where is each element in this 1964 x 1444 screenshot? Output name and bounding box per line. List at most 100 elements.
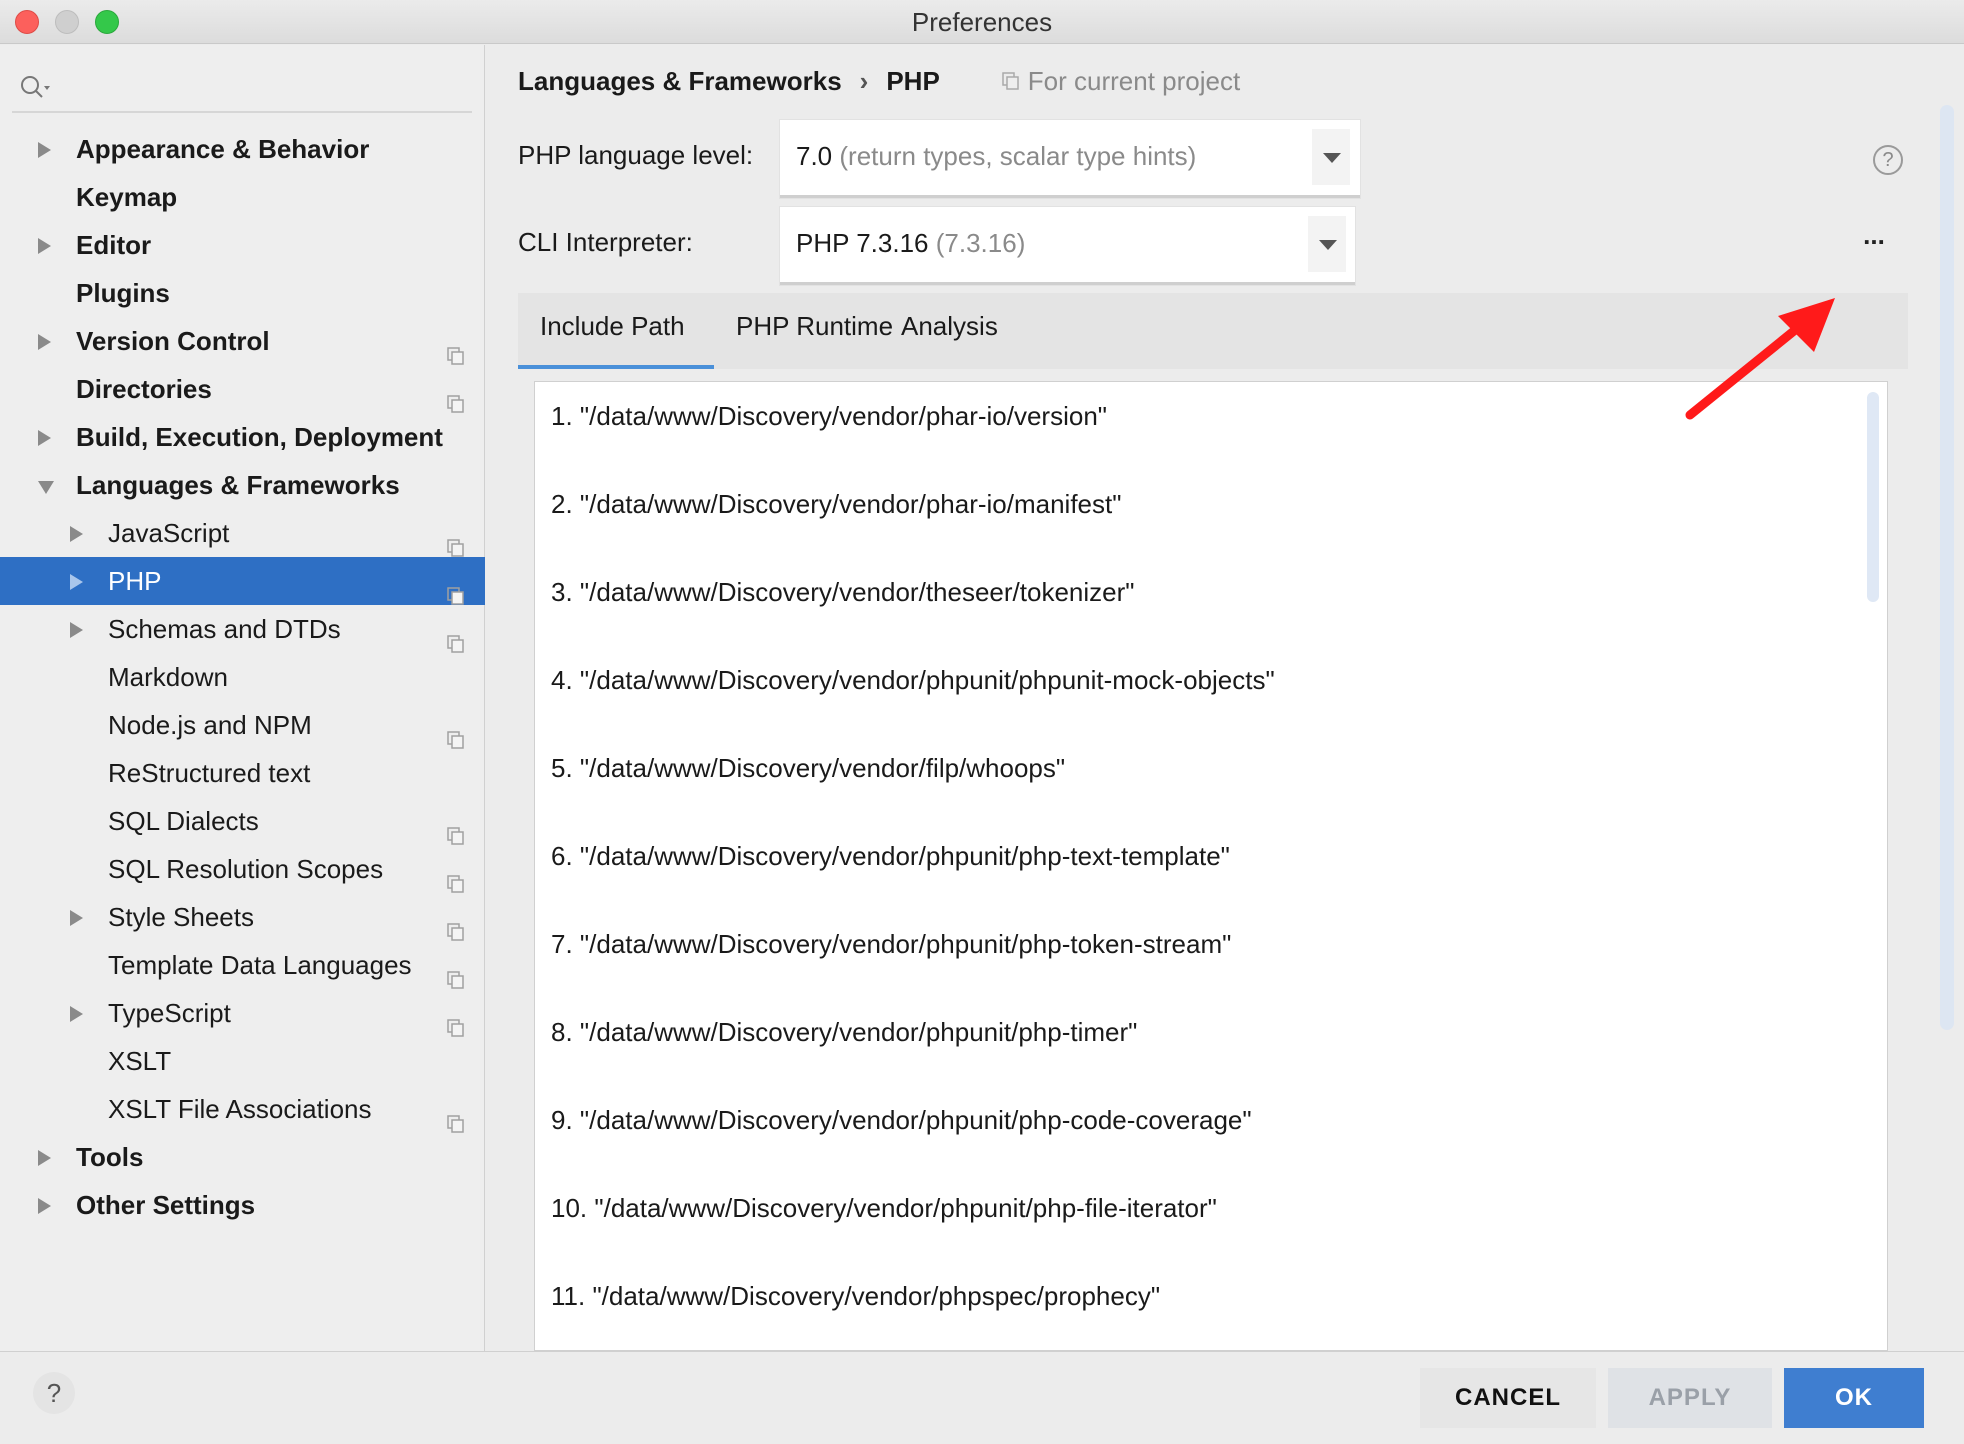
list-item[interactable]: 3. "/data/www/Discovery/vendor/theseer/t… xyxy=(551,572,1135,612)
sidebar-item-other-settings[interactable]: Other Settings xyxy=(0,1181,485,1229)
php-level-number: 7.0 xyxy=(796,141,833,171)
expand-arrow-right-icon[interactable] xyxy=(38,1150,51,1166)
php-language-level-dropdown[interactable] xyxy=(1312,129,1350,185)
sidebar-item-version-control[interactable]: Version Control xyxy=(0,317,485,365)
project-scope-label: For current project xyxy=(1002,66,1240,96)
list-item[interactable]: 9. "/data/www/Discovery/vendor/phpunit/p… xyxy=(551,1100,1252,1140)
tab-include-path[interactable]: Include Path xyxy=(518,293,714,369)
expand-arrow-right-icon[interactable] xyxy=(38,142,51,158)
list-scrollbar[interactable] xyxy=(1867,392,1879,602)
sidebar-item-plugins[interactable]: Plugins xyxy=(0,269,485,317)
tab-php-runtime[interactable]: PHP Runtime xyxy=(736,293,893,369)
project-scope-icon xyxy=(447,1100,465,1133)
expand-arrow-right-icon[interactable] xyxy=(70,574,83,590)
settings-sidebar: Appearance & Behavior Keymap Editor Plugins… xyxy=(0,45,485,1351)
sidebar-item-xslt-file-associations[interactable]: XSLT File Associations xyxy=(0,1085,485,1133)
sidebar-item-php[interactable]: PHP xyxy=(0,557,485,605)
sidebar-item-template-data-languages[interactable]: Template Data Languages xyxy=(0,941,485,989)
sidebar-item-label: Other Settings xyxy=(76,1190,256,1220)
ok-button[interactable]: OK xyxy=(1784,1368,1924,1428)
cli-interpreter-dropdown[interactable] xyxy=(1308,216,1346,272)
cancel-button[interactable]: CANCEL xyxy=(1420,1368,1596,1428)
sidebar-item-sql-dialects[interactable]: SQL Dialects xyxy=(0,797,485,845)
php-settings-panel: Languages & Frameworks › PHP For current pr… xyxy=(486,45,1964,1351)
list-item[interactable]: 11. "/data/www/Discovery/vendor/phpspec/… xyxy=(551,1276,1160,1316)
project-scope-icon xyxy=(447,908,465,941)
php-level-hint: (return types, scalar type hints) xyxy=(839,141,1197,171)
sidebar-item-javascript[interactable]: JavaScript xyxy=(0,509,485,557)
expand-arrow-right-icon[interactable] xyxy=(38,238,51,254)
expand-arrow-right-icon[interactable] xyxy=(70,622,83,638)
sidebar-item-label: Editor xyxy=(76,230,152,260)
list-item[interactable]: 5. "/data/www/Discovery/vendor/filp/whoo… xyxy=(551,748,1065,788)
php-language-level-value: 7.0 (return types, scalar type hints) xyxy=(796,120,1196,192)
list-item[interactable]: 7. "/data/www/Discovery/vendor/phpunit/p… xyxy=(551,924,1231,964)
project-scope-icon xyxy=(447,620,465,653)
project-scope-icon xyxy=(447,332,465,365)
sidebar-item-node-js-and-npm[interactable]: Node.js and NPM xyxy=(0,701,485,749)
sidebar-item-label: Tools xyxy=(76,1142,144,1172)
sidebar-item-editor[interactable]: Editor xyxy=(0,221,485,269)
sidebar-item-label: XSLT File Associations xyxy=(108,1094,372,1124)
cli-interpreter-version: (7.3.16) xyxy=(935,228,1026,258)
project-scope-icon xyxy=(447,380,465,413)
php-language-level-select[interactable]: 7.0 (return types, scalar type hints) xyxy=(780,120,1360,198)
expand-arrow-right-icon[interactable] xyxy=(70,910,83,926)
apply-button[interactable]: APPLY xyxy=(1608,1368,1772,1428)
cli-interpreter-more-button[interactable]: ... xyxy=(1854,220,1894,260)
sidebar-item-tools[interactable]: Tools xyxy=(0,1133,485,1181)
preferences-window: Preferences Appearance & Behavior Keymap E… xyxy=(0,0,1964,1444)
project-scope-icon xyxy=(447,572,465,605)
sidebar-item-label: JavaScript xyxy=(108,518,230,548)
list-item[interactable]: 1. "/data/www/Discovery/vendor/phar-io/v… xyxy=(551,396,1107,436)
breadcrumb-current: PHP xyxy=(886,66,940,96)
panel-scrollbar[interactable] xyxy=(1940,105,1954,1030)
project-scope-text: For current project xyxy=(1027,66,1241,96)
expand-arrow-right-icon[interactable] xyxy=(70,1006,83,1022)
list-item[interactable]: 10. "/data/www/Discovery/vendor/phpunit/… xyxy=(551,1188,1217,1228)
cli-interpreter-select[interactable]: PHP 7.3.16 (7.3.16) xyxy=(780,207,1355,285)
sidebar-item-label: XSLT xyxy=(108,1046,172,1076)
sidebar-item-xslt[interactable]: XSLT xyxy=(0,1037,485,1085)
list-item[interactable]: 2. "/data/www/Discovery/vendor/phar-io/m… xyxy=(551,484,1121,524)
list-item[interactable]: 4. "/data/www/Discovery/vendor/phpunit/p… xyxy=(551,660,1275,700)
sidebar-item-directories[interactable]: Directories xyxy=(0,365,485,413)
annotation-arrow xyxy=(1685,298,1835,420)
sidebar-item-label: Keymap xyxy=(76,182,178,212)
project-scope-icon xyxy=(447,860,465,893)
sidebar-item-label: Appearance & Behavior xyxy=(76,134,370,164)
sidebar-item-style-sheets[interactable]: Style Sheets xyxy=(0,893,485,941)
sidebar-item-label: SQL Resolution Scopes xyxy=(108,854,384,884)
window-title: Preferences xyxy=(911,7,1053,37)
expand-arrow-right-icon[interactable] xyxy=(38,1198,51,1214)
list-item[interactable]: 6. "/data/www/Discovery/vendor/phpunit/p… xyxy=(551,836,1230,876)
sidebar-item-markdown[interactable]: Markdown xyxy=(0,653,485,701)
tab-analysis[interactable]: Analysis xyxy=(901,293,998,369)
sidebar-item-label: Version Control xyxy=(76,326,270,356)
include-path-list[interactable]: 1. "/data/www/Discovery/vendor/phar-io/v… xyxy=(534,381,1888,1351)
help-icon[interactable]: ? xyxy=(1873,145,1903,175)
sidebar-item-label: TypeScript xyxy=(108,998,231,1028)
help-button[interactable]: ? xyxy=(33,1372,75,1414)
breadcrumb-separator: › xyxy=(859,66,869,96)
sidebar-item-label: Node.js and NPM xyxy=(108,710,312,740)
sidebar-item-restructured-text[interactable]: ReStructured text xyxy=(0,749,485,797)
expand-arrow-right-icon[interactable] xyxy=(38,430,51,446)
expand-arrow-right-icon[interactable] xyxy=(70,526,83,542)
sidebar-item-label: Markdown xyxy=(108,662,228,692)
chevron-down-icon xyxy=(1323,153,1341,163)
php-language-level-label: PHP language level: xyxy=(518,140,754,170)
list-item[interactable]: 8. "/data/www/Discovery/vendor/phpunit/p… xyxy=(551,1012,1137,1052)
sidebar-item-typescript[interactable]: TypeScript xyxy=(0,989,485,1037)
expand-arrow-down-icon[interactable] xyxy=(38,481,54,494)
sidebar-item-schemas-and-dtds[interactable]: Schemas and DTDs xyxy=(0,605,485,653)
sidebar-item-sql-resolution-scopes[interactable]: SQL Resolution Scopes xyxy=(0,845,485,893)
settings-search-input[interactable] xyxy=(12,63,472,113)
sidebar-item-appearance-behavior[interactable]: Appearance & Behavior xyxy=(0,125,485,173)
sidebar-item-keymap[interactable]: Keymap xyxy=(0,173,485,221)
sidebar-item-build-execution-deployment[interactable]: Build, Execution, Deployment xyxy=(0,413,485,461)
sidebar-item-languages-frameworks[interactable]: Languages & Frameworks xyxy=(0,461,485,509)
cli-interpreter-label: CLI Interpreter: xyxy=(518,227,693,257)
search-icon xyxy=(21,76,50,98)
expand-arrow-right-icon[interactable] xyxy=(38,334,51,350)
